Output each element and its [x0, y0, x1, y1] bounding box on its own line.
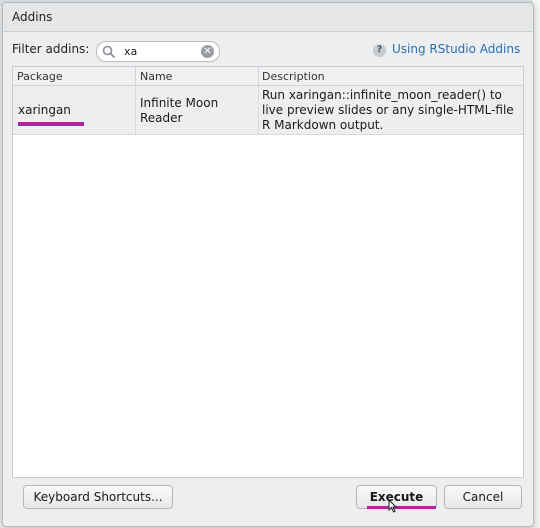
clear-search-icon[interactable]: ✕ — [201, 45, 214, 58]
addins-table: Package Name Description xaringan Infini… — [12, 66, 524, 478]
addins-dialog: Addins Filter addins: xa ✕ ? Using RStudi… — [2, 2, 534, 527]
help-link-label[interactable]: Using RStudio Addins — [392, 42, 520, 56]
column-header-package[interactable]: Package — [17, 70, 63, 83]
search-icon — [102, 45, 116, 59]
keyboard-shortcuts-button[interactable]: Keyboard Shortcuts... — [23, 485, 173, 509]
filter-search-input[interactable]: xa ✕ — [96, 41, 220, 62]
search-value[interactable]: xa — [124, 45, 137, 58]
dialog-title: Addins — [12, 10, 53, 24]
name-line: Reader — [140, 111, 183, 125]
table-header: Package Name Description — [13, 67, 523, 86]
help-icon: ? — [373, 44, 386, 57]
execute-highlight-underline — [367, 506, 436, 509]
package-highlight-underline — [18, 122, 84, 126]
name-cell: Infinite Moon Reader — [140, 96, 218, 126]
description-line: Run xaringan::infinite_moon_reader() to — [262, 88, 502, 102]
description-cell: Run xaringan::infinite_moon_reader() to … — [262, 88, 514, 133]
using-rstudio-addins-link[interactable]: ? Using RStudio Addins — [373, 42, 520, 57]
column-divider — [135, 67, 136, 85]
description-line: live preview slides or any single-HTML-f… — [262, 103, 514, 117]
column-divider — [135, 86, 136, 134]
column-header-name[interactable]: Name — [140, 70, 172, 83]
name-line: Infinite Moon — [140, 96, 219, 110]
column-divider — [258, 67, 259, 85]
package-cell: xaringan — [18, 103, 71, 117]
column-header-description[interactable]: Description — [262, 70, 325, 83]
description-line: R Markdown output. — [262, 118, 384, 132]
pointer-cursor-icon — [388, 499, 397, 513]
table-row[interactable]: xaringan Infinite Moon Reader Run xaring… — [13, 86, 523, 135]
column-divider — [258, 86, 259, 134]
filter-label: Filter addins: — [12, 42, 90, 56]
cancel-button[interactable]: Cancel — [444, 485, 522, 509]
dialog-titlebar: Addins — [3, 3, 533, 32]
